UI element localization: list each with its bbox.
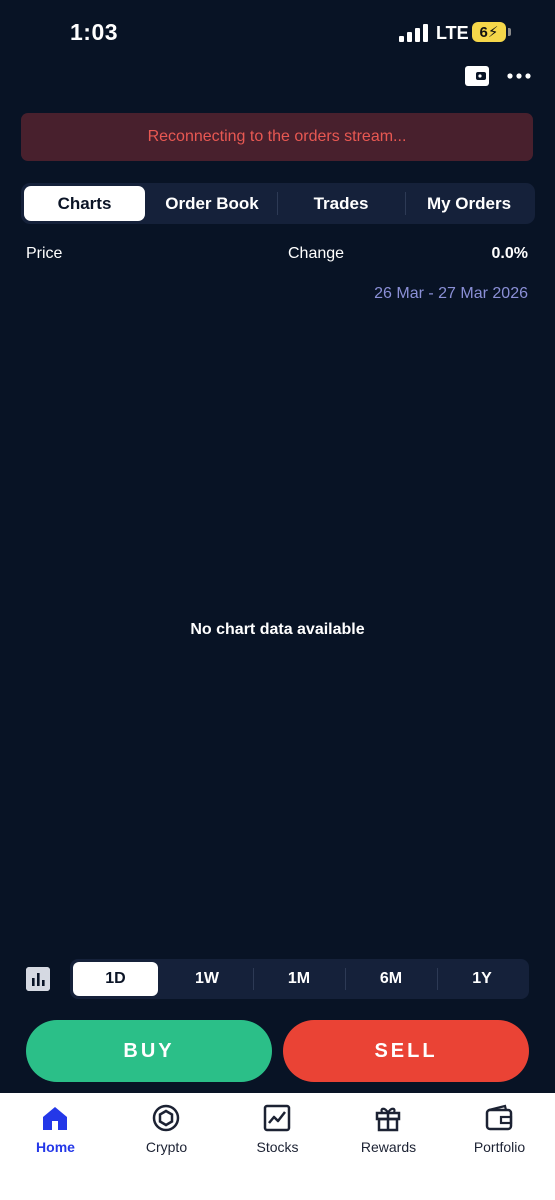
nav-stocks[interactable]: Stocks xyxy=(222,1093,333,1173)
connection-banner-text: Reconnecting to the orders stream... xyxy=(147,128,407,145)
nav-stocks-label: Stocks xyxy=(256,1139,299,1155)
wallet-button[interactable] xyxy=(464,64,490,88)
nav-portfolio[interactable]: Portfolio xyxy=(444,1093,555,1173)
buy-button[interactable]: BUY xyxy=(26,1020,272,1082)
tab-trades[interactable]: Trades xyxy=(278,186,404,221)
nav-crypto-label: Crypto xyxy=(145,1139,188,1155)
stocks-icon xyxy=(263,1104,291,1132)
nav-home-label: Home xyxy=(36,1139,75,1155)
nav-rewards[interactable]: Rewards xyxy=(333,1093,444,1173)
chart-type-icon[interactable] xyxy=(26,967,50,991)
nav-portfolio-label: Portfolio xyxy=(473,1139,526,1155)
more-options-icon[interactable] xyxy=(506,66,532,86)
crypto-icon xyxy=(152,1104,180,1132)
tab-bar: Charts Order Book Trades My Orders xyxy=(21,183,535,224)
wallet-icon xyxy=(485,1104,513,1131)
battery-icon: 6 ⚡ xyxy=(472,22,506,42)
status-time: 1:03 xyxy=(70,19,119,45)
tab-my-orders[interactable]: My Orders xyxy=(406,186,532,221)
nav-crypto[interactable]: Crypto xyxy=(111,1093,222,1173)
range-1y[interactable]: 1Y xyxy=(438,962,526,996)
network-type: LTE xyxy=(436,23,469,43)
range-1d[interactable]: 1D xyxy=(73,962,158,996)
range-6m[interactable]: 6M xyxy=(346,962,436,996)
nav-rewards-label: Rewards xyxy=(360,1139,417,1155)
change-value: 0.0% xyxy=(491,245,528,262)
tab-charts[interactable]: Charts xyxy=(24,186,145,221)
battery-level: 6 xyxy=(479,23,488,41)
nav-home[interactable]: Home xyxy=(0,1093,111,1173)
change-label: Change xyxy=(288,245,345,262)
price-label: Price xyxy=(26,245,63,262)
range-1w[interactable]: 1W xyxy=(162,962,252,996)
date-range: 26 Mar - 27 Mar 2026 xyxy=(374,285,528,302)
range-1m[interactable]: 1M xyxy=(254,962,344,996)
battery-tip xyxy=(508,28,511,36)
bottom-nav: Home Crypto Stocks Rewards Portfolio xyxy=(0,1093,555,1200)
charging-bolt-icon: ⚡ xyxy=(487,24,499,41)
gift-icon xyxy=(375,1107,401,1132)
home-icon xyxy=(43,1107,67,1130)
chart-empty-message: No chart data available xyxy=(190,621,365,638)
sell-button[interactable]: SELL xyxy=(283,1020,529,1082)
time-range-selector: 1D 1W 1M 6M 1Y xyxy=(70,959,529,999)
cellular-signal-icon xyxy=(399,24,428,42)
connection-banner: Reconnecting to the orders stream... xyxy=(21,113,533,161)
tab-order-book[interactable]: Order Book xyxy=(148,186,276,221)
